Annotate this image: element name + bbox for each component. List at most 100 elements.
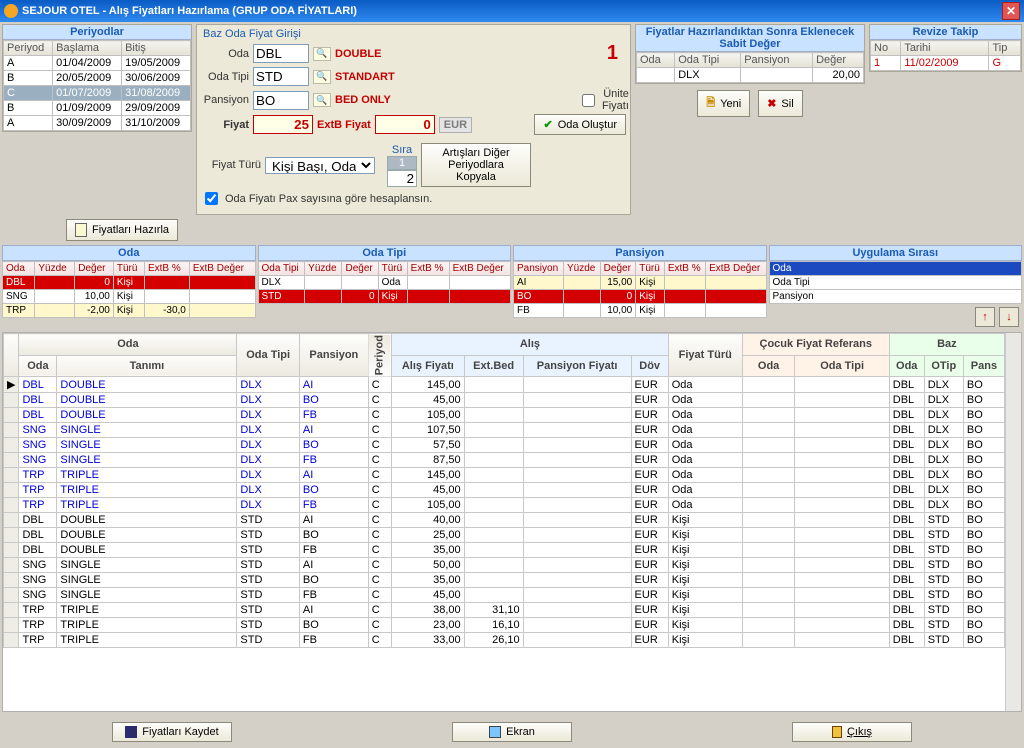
pax-checkbox[interactable]	[205, 192, 218, 205]
revize-table[interactable]: No Tarihi Tip 111/02/2009G	[870, 40, 1021, 71]
fiyatturu-select[interactable]: Kişi Başı, Oda	[265, 157, 375, 174]
main-row[interactable]: TRPTRIPLESTDAIC38,0031,10EURKişiDBLSTDBO	[4, 603, 1005, 618]
main-row[interactable]: DBLDOUBLESTDFBC35,00EURKişiDBLSTDBO	[4, 543, 1005, 558]
sira-spinner[interactable]	[387, 170, 417, 187]
screen-icon	[489, 726, 501, 738]
periods-col-periyod: Periyod	[4, 41, 53, 56]
uyg-row[interactable]: Oda Tipi	[769, 276, 1022, 290]
baz-title: Baz Oda Fiyat Girişi	[203, 28, 624, 40]
unite-text: Ünite Fiyatı	[602, 88, 629, 112]
main-row[interactable]: SNGSINGLESTDFBC45,00EURKişiDBLSTDBO	[4, 588, 1005, 603]
quad-row[interactable]: FB10,00Kişi	[514, 304, 767, 318]
quad-row[interactable]: DBL0Kişi	[3, 276, 256, 290]
main-grid-panel: Oda Oda Tipi Pansiyon Periyod Alış Fiyat…	[2, 332, 1022, 712]
main-grid[interactable]: Oda Oda Tipi Pansiyon Periyod Alış Fiyat…	[3, 333, 1005, 648]
pansiyon-input[interactable]	[253, 91, 309, 110]
pansiyon-label: Pansiyon	[201, 94, 249, 106]
quad-row[interactable]: SNG10,00Kişi	[3, 290, 256, 304]
main-row[interactable]: DBLDOUBLESTDAIC40,00EURKişiDBLSTDBO	[4, 513, 1005, 528]
grp-cocuk: Çocuk Fiyat Referans	[742, 334, 889, 356]
kaydet-text: Fiyatları Kaydet	[142, 726, 218, 738]
fiyat-input[interactable]	[253, 115, 313, 134]
kopyala-button[interactable]: Artışları Diğer Periyodlara Kopyala	[421, 143, 531, 187]
kaydet-button[interactable]: Fiyatları Kaydet	[112, 722, 232, 742]
fiyat-label: Fiyat	[201, 119, 249, 131]
calculator-icon	[75, 223, 87, 237]
fiyatlari-hazirla-button[interactable]: Fiyatları Hazırla	[66, 219, 178, 241]
main-row[interactable]: TRPTRIPLESTDFBC33,0026,10EURKişiDBLSTDBO	[4, 633, 1005, 648]
app-icon	[4, 4, 18, 18]
uygulama-sirasi: Uygulama Sırası OdaOda TipiPansiyon ↑ ↓	[769, 245, 1023, 330]
cikis-text: Çıkış	[847, 726, 872, 738]
main-row[interactable]: SNGSINGLESTDBOC35,00EURKişiDBLSTDBO	[4, 573, 1005, 588]
quad-odatipi-table[interactable]: Oda TipiYüzdeDeğerTürüExtB %ExtB DeğerDL…	[258, 261, 512, 304]
periods-table[interactable]: Periyod Başlama Bitiş A01/04/200919/05/2…	[3, 40, 191, 131]
uyg-row[interactable]: Oda	[769, 262, 1022, 276]
sabit-panel: Fiyatlar Hazırlandıktan Sonra Eklenecek …	[635, 24, 865, 84]
lookup-pansiyon-icon[interactable]: 🔍	[313, 93, 331, 107]
sabit-row[interactable]: DLX20,00	[637, 68, 864, 83]
main-row[interactable]: TRPTRIPLEDLXFBC105,00EUROdaDBLDLXBO	[4, 498, 1005, 513]
pax-check-label[interactable]: Oda Fiyatı Pax sayısına göre hesaplansın…	[201, 189, 432, 208]
sil-button[interactable]: ✖Sil	[758, 90, 802, 117]
mid-grids: Oda OdaYüzdeDeğerTürüExtB %ExtB DeğerDBL…	[2, 245, 1022, 330]
lookup-oda-icon[interactable]: 🔍	[313, 47, 331, 61]
quad-oda-table[interactable]: OdaYüzdeDeğerTürüExtB %ExtB DeğerDBL0Kiş…	[2, 261, 256, 318]
sabit-title: Fiyatlar Hazırlandıktan Sonra Eklenecek …	[636, 25, 864, 52]
lookup-odatipi-icon[interactable]: 🔍	[313, 70, 331, 84]
revize-col-tip: Tip	[989, 41, 1021, 56]
main-row[interactable]: TRPTRIPLEDLXBOC45,00EUROdaDBLDLXBO	[4, 483, 1005, 498]
quad-row[interactable]: AI15,00Kişi	[514, 276, 767, 290]
save-icon	[125, 726, 137, 738]
main-grid-scrollbar[interactable]	[1005, 333, 1021, 711]
main-row[interactable]: SNGSINGLEDLXFBC87,50EUROdaDBLDLXBO	[4, 453, 1005, 468]
main-row[interactable]: DBLDOUBLEDLXBOC45,00EUROdaDBLDLXBO	[4, 393, 1005, 408]
main-row[interactable]: SNGSINGLEDLXBOC57,50EUROdaDBLDLXBO	[4, 438, 1005, 453]
uyg-row[interactable]: Pansiyon	[769, 290, 1022, 304]
periods-row[interactable]: A30/09/200931/10/2009	[4, 116, 191, 131]
col-extbed: Ext.Bed	[464, 355, 523, 377]
hazirla-text: Fiyatları Hazırla	[92, 224, 169, 236]
unite-fiyati-label[interactable]: Ünite Fiyatı	[578, 88, 626, 112]
yeni-button[interactable]: 🗎Yeni	[697, 90, 750, 117]
main-row[interactable]: DBLDOUBLEDLXFBC105,00EUROdaDBLDLXBO	[4, 408, 1005, 423]
revize-row[interactable]: 111/02/2009G	[871, 56, 1021, 71]
kopyala-text: Artışları Diğer Periyodlara Kopyala	[430, 147, 522, 183]
oda-input[interactable]	[253, 44, 309, 63]
uyg-title: Uygulama Sırası	[769, 245, 1023, 261]
main-row[interactable]: SNGSINGLESTDAIC50,00EURKişiDBLSTDBO	[4, 558, 1005, 573]
move-up-button[interactable]: ↑	[975, 307, 995, 327]
sabit-col-odatipi: Oda Tipi	[675, 53, 741, 68]
quad-row[interactable]: TRP-2,00Kişi-30,0	[3, 304, 256, 318]
extb-input[interactable]	[375, 115, 435, 134]
main-row[interactable]: ▶DBLDOUBLEDLXAIC145,00EUROdaDBLDLXBO	[4, 377, 1005, 393]
main-row[interactable]: TRPTRIPLEDLXAIC145,00EUROdaDBLDLXBO	[4, 468, 1005, 483]
col-pansiyon: Pansiyon	[299, 334, 368, 377]
periods-row[interactable]: A01/04/200919/05/2009	[4, 56, 191, 71]
cikis-button[interactable]: Çıkış	[792, 722, 912, 742]
quad-pansiyon: Pansiyon PansiyonYüzdeDeğerTürüExtB %Ext…	[513, 245, 767, 330]
uyg-table[interactable]: OdaOda TipiPansiyon	[769, 261, 1023, 304]
grp-alis: Alış	[392, 334, 669, 356]
oda-olustur-button[interactable]: ✔Oda Oluştur	[534, 114, 626, 135]
odatipi-input[interactable]	[253, 67, 309, 86]
extb-label: ExtB Fiyat	[317, 119, 371, 131]
periods-row[interactable]: C01/07/200931/08/2009	[4, 86, 191, 101]
quad-row[interactable]: BO0Kişi	[514, 290, 767, 304]
move-down-button[interactable]: ↓	[999, 307, 1019, 327]
periods-row[interactable]: B01/09/200929/09/2009	[4, 101, 191, 116]
main-row[interactable]: SNGSINGLEDLXAIC107,50EUROdaDBLDLXBO	[4, 423, 1005, 438]
ekran-button[interactable]: Ekran	[452, 722, 572, 742]
sabit-table[interactable]: Oda Oda Tipi Pansiyon Değer DLX20,00	[636, 52, 864, 83]
close-button[interactable]: ✕	[1002, 2, 1020, 20]
main-row[interactable]: DBLDOUBLESTDBOC25,00EURKişiDBLSTDBO	[4, 528, 1005, 543]
oda-desc: DOUBLE	[335, 48, 381, 60]
unite-fiyati-checkbox[interactable]	[582, 94, 595, 107]
quad-row[interactable]: DLXOda	[258, 276, 511, 290]
periods-row[interactable]: B20/05/200930/06/2009	[4, 71, 191, 86]
revize-panel: Revize Takip No Tarihi Tip 111/02/2009G	[869, 24, 1022, 72]
main-row[interactable]: TRPTRIPLESTDBOC23,0016,10EURKişiDBLSTDBO	[4, 618, 1005, 633]
quad-pansiyon-table[interactable]: PansiyonYüzdeDeğerTürüExtB %ExtB DeğerAI…	[513, 261, 767, 318]
olustur-text: Oda Oluştur	[558, 119, 617, 131]
quad-row[interactable]: STD0Kişi	[258, 290, 511, 304]
